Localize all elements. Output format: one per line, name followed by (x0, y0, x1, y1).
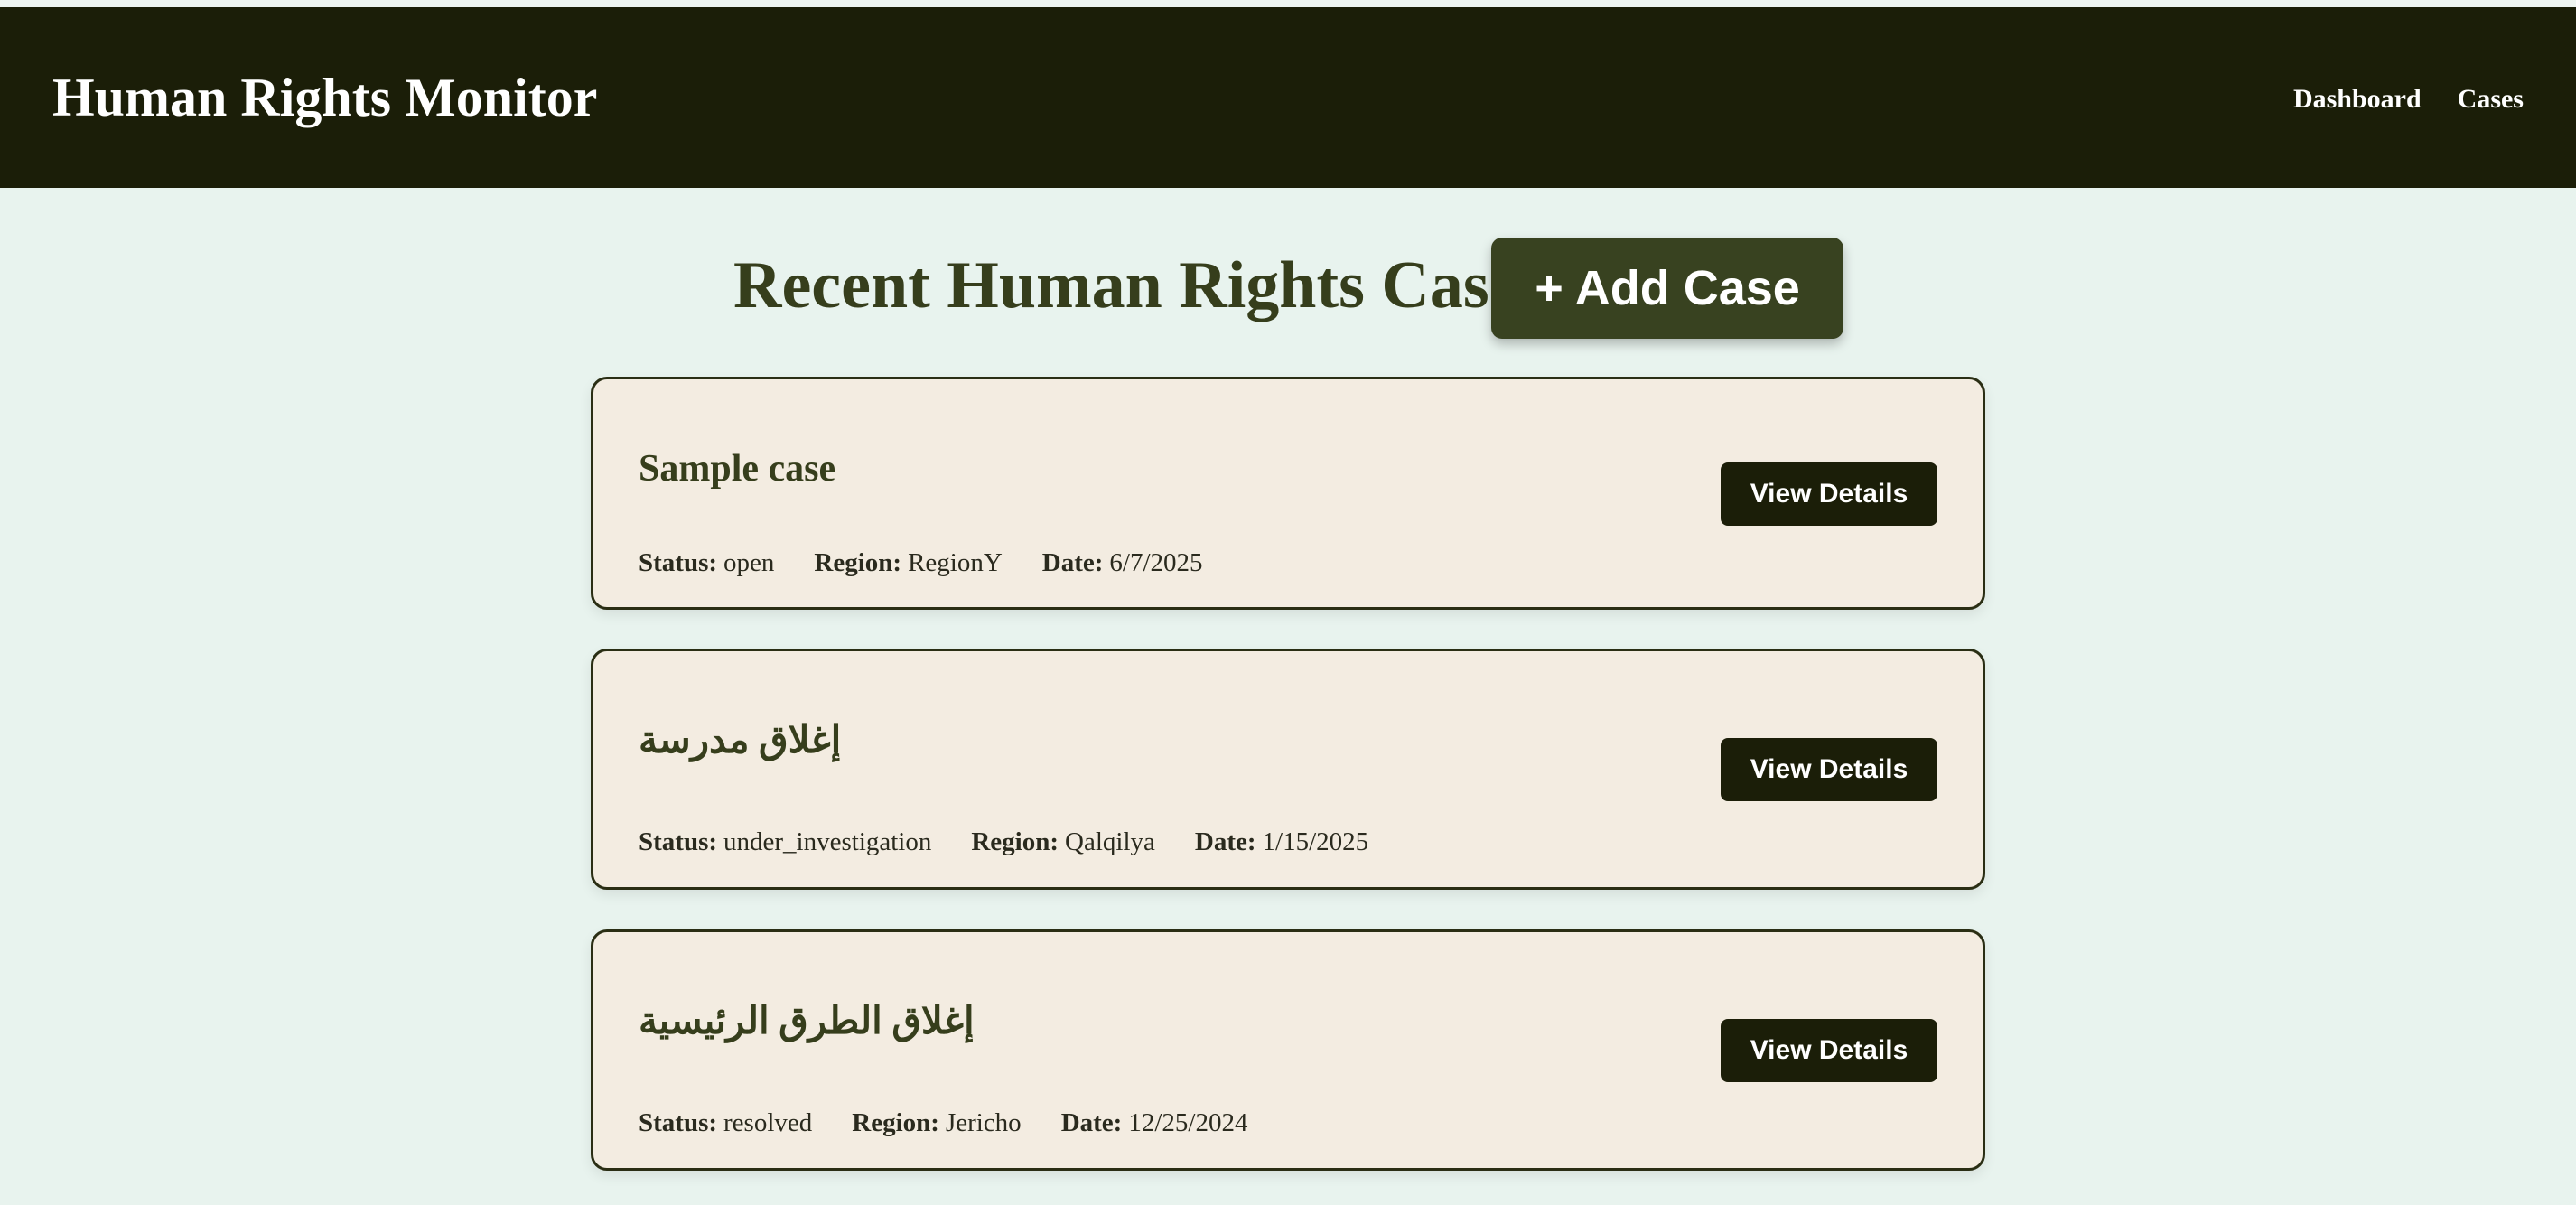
date-value: 12/25/2024 (1128, 1108, 1248, 1137)
case-card: Sample case Status: open Region: RegionY D… (591, 377, 1985, 610)
case-title: إغلاق مدرسة (639, 720, 842, 761)
status-label: Status: (639, 548, 718, 577)
case-status: Status: open (639, 547, 774, 578)
date-label: Date: (1194, 827, 1256, 856)
view-details-button[interactable]: View Details (1721, 738, 1937, 801)
region-label: Region: (852, 1108, 939, 1137)
case-meta: Status: open Region: RegionY Date: 6/7/2025 (639, 547, 1203, 578)
case-date: Date: 6/7/2025 (1042, 547, 1203, 578)
date-value: 6/7/2025 (1109, 548, 1203, 577)
page-title: Recent Human Rights Cases (733, 248, 1545, 322)
view-details-button[interactable]: View Details (1721, 462, 1937, 526)
status-label: Status: (639, 827, 718, 856)
status-value: open (723, 548, 775, 577)
case-status: Status: under_investigation (639, 827, 931, 857)
site-header: Human Rights Monitor Dashboard Cases (0, 7, 2576, 188)
view-details-button[interactable]: View Details (1721, 1019, 1937, 1082)
region-label: Region: (814, 548, 902, 577)
main-nav: Dashboard Cases (2293, 83, 2524, 116)
region-value: RegionY (908, 548, 1003, 577)
date-label: Date: (1060, 1108, 1123, 1137)
nav-link-cases[interactable]: Cases (2458, 83, 2524, 116)
date-label: Date: (1041, 548, 1104, 577)
case-region: Region: Qalqilya (971, 827, 1155, 857)
add-case-button[interactable]: + Add Case (1491, 238, 1843, 339)
case-meta: Status: resolved Region: Jericho Date: 12/2… (639, 1107, 1247, 1138)
nav-link-dashboard[interactable]: Dashboard (2293, 83, 2422, 116)
case-title: Sample case (639, 448, 836, 490)
case-card: إغلاق الطرق الرئيسية Status: resolved Reg… (591, 929, 1985, 1171)
region-value: Jericho (945, 1108, 1022, 1137)
case-card: إغلاق مدرسة Status: under_investigation R… (591, 649, 1985, 890)
case-region: Region: RegionY (814, 547, 1002, 578)
case-region: Region: Jericho (852, 1107, 1021, 1138)
case-title: إغلاق الطرق الرئيسية (639, 1001, 975, 1042)
case-date: Date: 12/25/2024 (1061, 1107, 1248, 1138)
status-label: Status: (639, 1108, 718, 1137)
case-date: Date: 1/15/2025 (1195, 827, 1368, 857)
case-status: Status: resolved (639, 1107, 812, 1138)
case-meta: Status: under_investigation Region: Qalqil… (639, 827, 1368, 857)
status-value: under_investigation (723, 827, 932, 856)
date-value: 1/15/2025 (1262, 827, 1369, 856)
top-strip (0, 0, 2576, 7)
status-value: resolved (723, 1108, 813, 1137)
region-value: Qalqilya (1065, 827, 1155, 856)
region-label: Region: (971, 827, 1059, 856)
site-title: Human Rights Monitor (52, 68, 598, 127)
